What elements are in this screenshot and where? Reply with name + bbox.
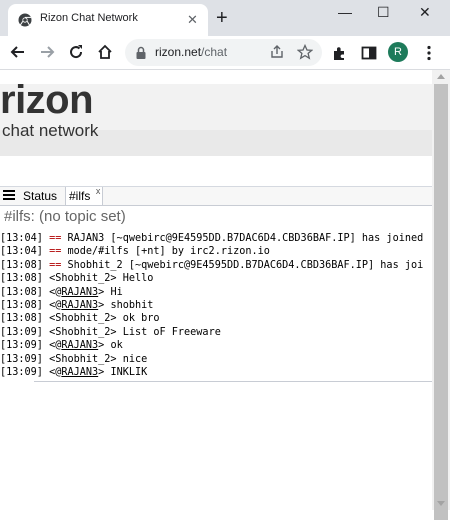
page-scrollbar[interactable] xyxy=(432,70,450,520)
message-nick[interactable]: Shobhit_2 xyxy=(55,313,110,324)
extensions-puzzle-icon[interactable] xyxy=(331,44,349,62)
hamburger-menu-icon[interactable] xyxy=(3,190,15,201)
more-menu-icon[interactable] xyxy=(420,44,438,62)
chat-message: [13:04] == mode/#ilfs [+nt] by irc2.rizo… xyxy=(0,245,432,258)
chrome-favicon-icon xyxy=(18,13,32,27)
event-text: RAJAN3 [~qwebirc@9E4595DD.B7DAC6D4.CBD36… xyxy=(61,233,424,244)
message-nick[interactable]: Shobhit_2 xyxy=(55,327,110,338)
message-timestamp: [13:09] xyxy=(0,353,43,365)
home-icon[interactable] xyxy=(95,42,115,62)
channel-topic: #ilfs: (no topic set) xyxy=(4,208,126,225)
message-timestamp: [13:08] xyxy=(0,299,43,311)
message-text: List oF Freeware xyxy=(122,326,221,338)
message-nick[interactable]: RAJAN3 xyxy=(61,300,98,311)
log-divider xyxy=(34,381,432,382)
forward-arrow-icon[interactable] xyxy=(37,42,57,62)
message-timestamp: [13:08] xyxy=(0,273,43,285)
chat-message: [13:08] <Shobhit_2> ok bro xyxy=(0,313,160,325)
tab-channel-label: #ilfs xyxy=(69,189,91,203)
scroll-up-arrow-icon[interactable] xyxy=(437,74,445,79)
site-subtitle: chat network xyxy=(2,121,99,140)
message-text: ok bro xyxy=(122,313,160,325)
back-arrow-icon[interactable] xyxy=(8,42,28,62)
lock-icon[interactable] xyxy=(135,46,147,60)
event-marker: == xyxy=(49,246,62,258)
message-text: ok xyxy=(110,340,123,352)
bookmark-star-icon[interactable] xyxy=(297,44,313,60)
chat-message: [13:09] <@RAJAN3> INKLIK xyxy=(0,366,148,378)
side-panel-icon[interactable] xyxy=(360,44,378,62)
chat-message: [13:04] == RAJAN3 [~qwebirc@9E4595DD.B7D… xyxy=(0,232,432,245)
scroll-thumb[interactable] xyxy=(434,84,448,520)
chat-message: [13:09] <Shobhit_2> nice xyxy=(0,353,148,365)
message-nick[interactable]: RAJAN3 xyxy=(61,340,98,351)
tab-channel-close-icon[interactable]: x xyxy=(96,182,101,200)
message-timestamp: [13:04] xyxy=(0,233,43,244)
message-text: Hello xyxy=(122,273,154,285)
minimize-button[interactable]: — xyxy=(338,2,352,22)
url-text[interactable]: rizon.net/chat xyxy=(155,45,227,59)
chat-message: [13:08] <@RAJAN3> Hi xyxy=(0,286,123,298)
event-marker: == xyxy=(49,259,62,271)
chat-message: [13:08] <Shobhit_2> Hello xyxy=(0,273,154,285)
maximize-button[interactable]: ☐ xyxy=(377,2,390,22)
profile-avatar[interactable]: R xyxy=(388,42,408,62)
chat-log: [13:04] == RAJAN3 [~qwebirc@9E4595DD.B7D… xyxy=(0,232,432,379)
message-text: nice xyxy=(122,353,148,365)
message-timestamp: [13:09] xyxy=(0,326,43,338)
chat-message: [13:08] <@RAJAN3> shobhit xyxy=(0,299,154,311)
browser-toolbar: rizon.net/chat xyxy=(0,36,450,70)
message-timestamp: [13:09] xyxy=(0,340,43,352)
message-nick[interactable]: Shobhit_2 xyxy=(55,354,110,365)
browser-tab[interactable]: Rizon Chat Network ✕ xyxy=(8,4,208,36)
new-tab-button[interactable]: + xyxy=(216,8,228,28)
url-domain: rizon.net xyxy=(155,45,202,59)
event-marker: == xyxy=(49,233,62,244)
message-nick[interactable]: RAJAN3 xyxy=(61,287,98,298)
message-text: shobhit xyxy=(110,299,154,311)
chat-message: [13:09] <@RAJAN3> ok xyxy=(0,340,123,352)
message-text: INKLIK xyxy=(110,366,148,378)
web-page: rizon chat network Status #ilfs x #ilfs: … xyxy=(0,70,432,510)
message-timestamp: [13:08] xyxy=(0,286,43,298)
reload-icon[interactable] xyxy=(66,42,86,62)
event-text: Shobhit_2 [~qwebirc@9E4595DD.B7DAC6D4.CB… xyxy=(61,259,424,271)
chat-message: [13:08] == Shobhit_2 [~qwebirc@9E4595DD.… xyxy=(0,259,432,272)
message-timestamp: [13:08] xyxy=(0,313,43,325)
message-timestamp: [13:09] xyxy=(0,366,43,378)
tab-close-icon[interactable]: ✕ xyxy=(187,12,198,28)
share-icon[interactable] xyxy=(269,44,285,60)
tab-channel-ilfs[interactable]: #ilfs x xyxy=(65,186,104,205)
address-bar[interactable]: rizon.net/chat xyxy=(125,39,322,66)
tab-status[interactable]: Status xyxy=(20,187,60,205)
url-path: /chat xyxy=(201,45,228,59)
browser-tabstrip: Rizon Chat Network ✕ + — ☐ ✕ xyxy=(0,0,450,36)
event-text: mode/#ilfs [+nt] by irc2.rizon.io xyxy=(61,246,270,258)
scroll-down-arrow-icon[interactable] xyxy=(437,501,445,506)
site-logo[interactable]: rizon xyxy=(0,80,94,120)
close-window-button[interactable]: ✕ xyxy=(419,2,431,22)
message-text: Hi xyxy=(110,286,123,298)
message-nick[interactable]: Shobhit_2 xyxy=(55,273,110,284)
tab-title: Rizon Chat Network xyxy=(40,12,138,24)
chat-message: [13:09] <Shobhit_2> List oF Freeware xyxy=(0,326,221,338)
message-timestamp: [13:08] xyxy=(0,259,43,271)
chat-tab-bar: Status #ilfs x xyxy=(0,186,432,206)
message-nick[interactable]: RAJAN3 xyxy=(61,367,98,378)
message-timestamp: [13:04] xyxy=(0,246,43,258)
